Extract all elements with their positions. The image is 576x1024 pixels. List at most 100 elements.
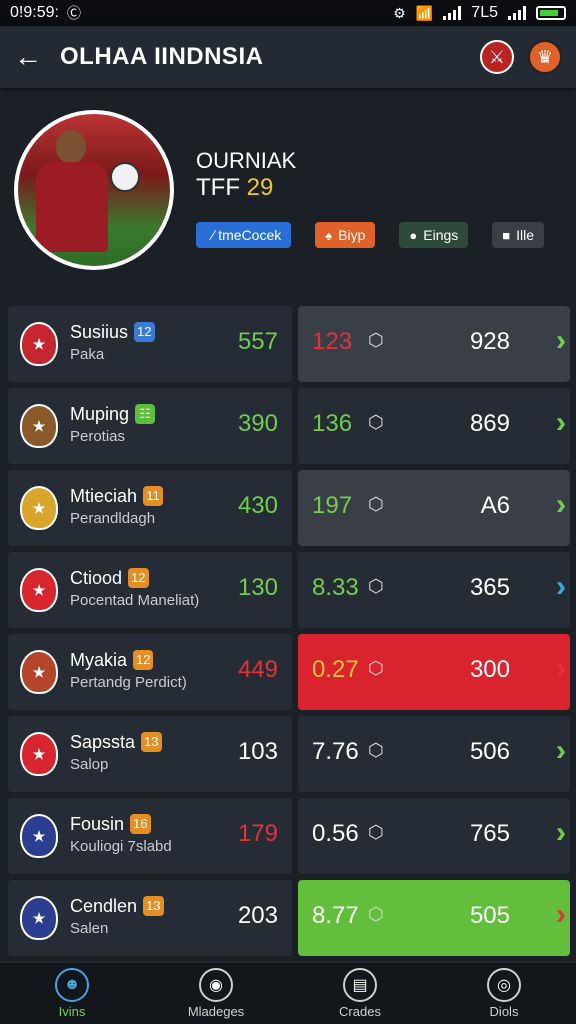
odds-card[interactable]: 8.77 ⬡ 505 ›› — [298, 880, 570, 956]
odds-card[interactable]: 0.27 ⬡ 300 ›› — [298, 634, 570, 710]
gear-icon: ⬡ — [368, 494, 384, 514]
match-list: ★ Susiius12 Paka 557 123 ⬡ 928 ›› ★ Mupi… — [8, 306, 570, 962]
team-card[interactable]: ★ Muping ☷ Perotias 390 — [8, 388, 292, 464]
team-crest-icon: ★ — [20, 650, 58, 694]
team-value: 179 — [237, 820, 278, 847]
odds-value: 197 — [312, 492, 353, 519]
team-card[interactable]: ★ Susiius 12 Paka 557 — [8, 306, 292, 382]
tag-3[interactable]: ● Eings — [399, 222, 469, 248]
gear-icon: ⬡ — [368, 412, 384, 432]
team-crest-icon: ★ — [20, 404, 58, 448]
table-row[interactable]: ★ Mtieciah11 Perandldagh 430 197 ⬡ A6 ›› — [8, 470, 570, 546]
player-stat-label: TFF — [196, 174, 240, 201]
table-row[interactable]: ★ Muping☷ Perotias 390 136 ⬡ 869 ›› — [8, 388, 570, 464]
club-crest-icon[interactable]: ⚔ — [480, 40, 514, 74]
team-name: Cendlen 13 — [70, 896, 164, 917]
player-name: OURNIAK — [196, 148, 297, 173]
team-subtitle: Perotias — [70, 428, 126, 445]
score-value: 506 — [469, 738, 510, 765]
nav-label: Mladeges — [187, 1004, 245, 1019]
score-value: A6 — [480, 492, 510, 519]
status-bar: 0!9:59: Ⓒ ⚙ 📶 7L5 — [0, 0, 576, 26]
score-value: 928 — [469, 328, 510, 355]
odds-value: 123 — [312, 328, 353, 355]
gear-icon: ⬡ — [368, 904, 384, 924]
ball-icon: ◉ — [199, 968, 233, 1002]
bottom-nav: ☻ Ivins ◉ Mladeges ▤ Crades ◎ Diols — [0, 962, 576, 1024]
tag-1[interactable]: ∕ tmeCocek — [196, 222, 292, 248]
odds-card[interactable]: 8.33 ⬡ 365 ›› — [298, 552, 570, 628]
nav-item-3[interactable]: ▤ Crades — [300, 968, 420, 1019]
team-value: 390 — [237, 410, 278, 437]
team-name-label: Susiius — [70, 322, 129, 342]
team-badge: 13 — [143, 896, 164, 916]
team-subtitle: Salen — [70, 920, 109, 937]
score-value: 365 — [469, 574, 510, 601]
team-subtitle: Paka — [70, 346, 105, 363]
team-crest-icon: ★ — [20, 896, 58, 940]
team-card[interactable]: ★ Fousin 16 Kouliogi 7slabd 179 — [8, 798, 292, 874]
nav-label: Ivins — [58, 1004, 86, 1019]
nav-item-1[interactable]: ☻ Ivins — [12, 968, 132, 1019]
stats-icon: ◎ — [487, 968, 521, 1002]
team-name-label: Sapssta — [70, 732, 136, 752]
team-subtitle: Kouliogi 7slabd — [70, 838, 172, 855]
avatar[interactable] — [14, 110, 174, 270]
odds-value: 7.76 — [312, 738, 359, 765]
tag-2[interactable]: ♠ Biyp — [315, 222, 376, 248]
team-name-label: Fousin — [70, 814, 125, 834]
team-name: Muping ☷ — [70, 404, 156, 425]
team-crest-icon: ★ — [20, 732, 58, 776]
gear-icon: ⬡ — [368, 740, 384, 760]
team-name-label: Cendlen — [70, 896, 138, 916]
ball-icon — [110, 162, 140, 192]
wifi-icon: 📶 — [415, 4, 434, 21]
odds-card[interactable]: 0.56 ⬡ 765 ›› — [298, 798, 570, 874]
nav-item-4[interactable]: ◎ Diols — [444, 968, 564, 1019]
table-row[interactable]: ★ Fousin 16 Kouliogi 7slabd 179 0.56 ⬡ 76… — [8, 798, 570, 874]
table-row[interactable]: ★ Myakia 12 Pertandg Perdict) 449 0.27 ⬡ … — [8, 634, 570, 710]
player-stat: TFF 29 — [196, 174, 273, 202]
table-row[interactable]: ★ Sapssta13 Salop 103 7.76 ⬡ 506 ›› — [8, 716, 570, 792]
page-title: OLHAA IINDNSIA — [60, 43, 264, 70]
team-value: 130 — [237, 574, 278, 601]
odds-value: 8.77 — [312, 902, 359, 929]
table-row[interactable]: ★ Cendlen13 Salen 203 8.77 ⬡ 505 ›› — [8, 880, 570, 956]
player-profile: OURNIAK TFF 29 ∕ tmeCocek ♠ Biyp ● Eings ■… — [14, 110, 562, 280]
team-card[interactable]: ★ Sapssta 13 Salop 103 — [8, 716, 292, 792]
nav-item-2[interactable]: ◉ Mladeges — [156, 968, 276, 1019]
odds-card[interactable]: 123 ⬡ 928 ›› — [298, 306, 570, 382]
team-crest-icon: ★ — [20, 322, 58, 366]
team-card[interactable]: ★ Myakia 12 Pertandg Perdict) 449 — [8, 634, 292, 710]
table-row[interactable]: ★ Ctiood 12 Pocentad Maneliat) 130 8.33 ⬡… — [8, 552, 570, 628]
team-subtitle: Pertandg Perdict) — [70, 674, 187, 691]
team-card[interactable]: ★ Cendlen 13 Salen 203 — [8, 880, 292, 956]
odds-value: 8.33 — [312, 574, 359, 601]
team-subtitle: Pocentad Maneliat) — [70, 592, 200, 609]
arrow-left-icon[interactable]: ← — [14, 41, 50, 73]
team-name-label: Muping — [70, 404, 130, 424]
odds-card[interactable]: 197 ⬡ A6 ›› — [298, 470, 570, 546]
team-name: Myakia 12 — [70, 650, 154, 671]
team-badge: 12 — [134, 322, 155, 342]
team-name-label: Myakia — [70, 650, 128, 670]
signal-icon — [443, 6, 462, 20]
table-row[interactable]: ★ Susiius12 Paka 557 123 ⬡ 928 ›› — [8, 306, 570, 382]
team-badge: 16 — [130, 814, 151, 834]
player-stat-value: 29 — [246, 174, 274, 201]
team-badge: 12 — [133, 650, 154, 670]
team-subtitle: Perandldagh — [70, 510, 156, 527]
tag-icon: ■ — [502, 227, 511, 243]
odds-card[interactable]: 136 ⬡ 869 ›› — [298, 388, 570, 464]
odds-value: 0.56 — [312, 820, 359, 847]
team-card[interactable]: ★ Ctiood 12 Pocentad Maneliat) 130 — [8, 552, 292, 628]
signal-icon-2 — [508, 6, 526, 20]
odds-card[interactable]: 7.76 ⬡ 506 ›› — [298, 716, 570, 792]
team-crest-icon: ★ — [20, 814, 58, 858]
club-crest-icon-2[interactable]: ♛ — [528, 40, 562, 74]
team-crest-icon: ★ — [20, 486, 58, 530]
tag-4[interactable]: ■ Ille — [492, 222, 545, 248]
team-value: 103 — [237, 738, 278, 765]
team-card[interactable]: ★ Mtieciah 11 Perandldagh 430 — [8, 470, 292, 546]
player-tags: ∕ tmeCocek ♠ Biyp ● Eings ■ Ille — [196, 222, 545, 248]
